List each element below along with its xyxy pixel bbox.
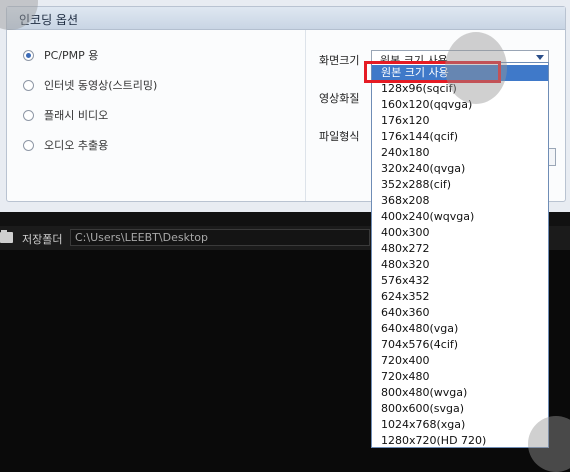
dropdown-option[interactable]: 176x120: [372, 113, 548, 129]
dropdown-option[interactable]: 1280x720(HD 720): [372, 433, 548, 449]
dropdown-option[interactable]: 704x576(4cif): [372, 337, 548, 353]
click-indicator: [445, 32, 507, 104]
dropdown-option[interactable]: 640x480(vga): [372, 321, 548, 337]
dropdown-option[interactable]: 480x320: [372, 257, 548, 273]
dropdown-option[interactable]: 400x240(wqvga): [372, 209, 548, 225]
dropdown-option[interactable]: 1024x768(xga): [372, 417, 548, 433]
file-format-label: 파일형식: [319, 130, 360, 143]
radio-label: 인터넷 동영상(스트리밍): [44, 79, 158, 92]
dropdown-option[interactable]: 624x352: [372, 289, 548, 305]
folder-icon[interactable]: [0, 230, 13, 243]
dropdown-option[interactable]: 320x240(qvga): [372, 161, 548, 177]
radio-audio-extract[interactable]: 오디오 추출용: [23, 137, 108, 153]
radio-label: 플래시 비디오: [44, 109, 109, 122]
dropdown-option[interactable]: 576x432: [372, 273, 548, 289]
dropdown-option[interactable]: 240x180: [372, 145, 548, 161]
dropdown-option[interactable]: 400x300: [372, 225, 548, 241]
save-folder-label: 저장폴더: [22, 233, 63, 246]
radio-label: PC/PMP 용: [44, 49, 99, 62]
radio-flash-video[interactable]: 플래시 비디오: [23, 107, 108, 123]
screen-size-label: 화면크기: [319, 54, 360, 67]
radio-button[interactable]: [23, 139, 34, 151]
dropdown-option[interactable]: 720x400: [372, 353, 548, 369]
save-folder-path-input[interactable]: C:\Users\LEEBT\Desktop: [70, 229, 370, 246]
save-folder-path-text: C:\Users\LEEBT\Desktop: [75, 231, 208, 244]
dropdown-option[interactable]: 800x480(wvga): [372, 385, 548, 401]
radio-button-checked[interactable]: [23, 49, 34, 61]
dropdown-option[interactable]: 720x480: [372, 369, 548, 385]
settings-divider: [305, 30, 306, 201]
dropdown-option[interactable]: 176x144(qcif): [372, 129, 548, 145]
dropdown-option[interactable]: 800x600(svga): [372, 401, 548, 417]
radio-button[interactable]: [23, 79, 34, 91]
radio-pc-pmp[interactable]: PC/PMP 용: [23, 47, 98, 63]
dropdown-option[interactable]: 480x272: [372, 241, 548, 257]
screen-size-dropdown-list: 원본 크기 사용 128x96(sqcif) 160x120(qqvga) 176x1…: [371, 62, 549, 448]
radio-label: 오디오 추출용: [44, 139, 109, 152]
dropdown-option[interactable]: 352x288(cif): [372, 177, 548, 193]
radio-internet-streaming[interactable]: 인터넷 동영상(스트리밍): [23, 77, 157, 93]
panel-header: 인코딩 옵션: [7, 7, 565, 30]
radio-button[interactable]: [23, 109, 34, 121]
dropdown-option[interactable]: 368x208: [372, 193, 548, 209]
chevron-down-icon[interactable]: [536, 55, 544, 60]
dropdown-option[interactable]: 640x360: [372, 305, 548, 321]
click-indicator: [528, 416, 570, 472]
video-quality-label: 영상화질: [319, 92, 360, 105]
